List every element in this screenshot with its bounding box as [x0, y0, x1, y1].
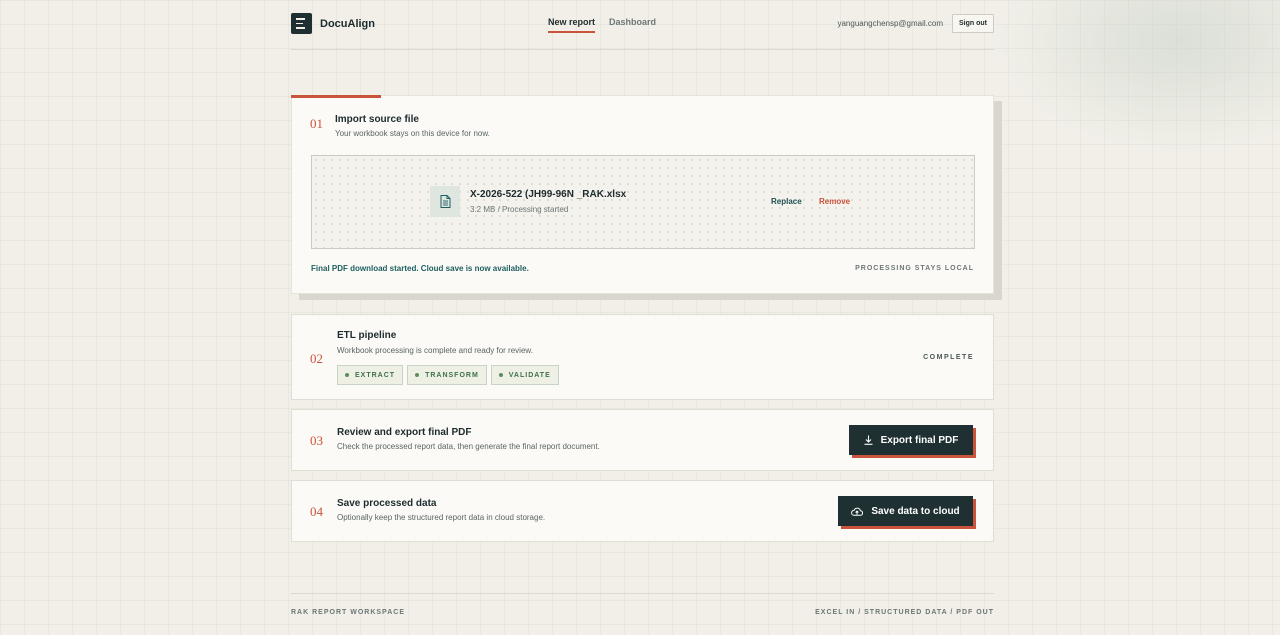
step-number: 02: [310, 351, 323, 366]
replace-file-button[interactable]: Replace: [771, 197, 802, 206]
step-subtitle: Optionally keep the structured report da…: [337, 513, 546, 522]
stage-label: EXTRACT: [355, 371, 396, 379]
export-final-pdf-button[interactable]: Export final PDF: [849, 425, 973, 455]
file-dropzone[interactable]: X-2026-522 (JH99-96N _RAK.xlsx 3.2 MB / …: [311, 155, 975, 249]
footer-flow-label: EXCEL IN / STRUCTURED DATA / PDF OUT: [815, 609, 994, 616]
file-name: X-2026-522 (JH99-96N _RAK.xlsx: [470, 189, 627, 200]
button-label: Export final PDF: [880, 434, 959, 446]
step-import-card: 01 Import source file Your workbook stay…: [291, 95, 994, 294]
step-number: 01: [310, 116, 323, 131]
active-step-accent: [291, 95, 381, 98]
processing-local-badge: PROCESSING STAYS LOCAL: [855, 265, 974, 272]
stage-chip-validate: VALIDATE: [490, 365, 559, 385]
pipeline-stages: EXTRACT TRANSFORM VALIDATE: [337, 365, 559, 385]
nav-new-report[interactable]: New report: [548, 17, 596, 33]
stage-label: VALIDATE: [508, 371, 551, 379]
pipeline-status-badge: COMPLETE: [923, 354, 974, 361]
menu-lines-icon: [291, 13, 312, 34]
step-number: 03: [310, 433, 323, 448]
step-number: 04: [310, 504, 323, 519]
status-dot-icon: [415, 373, 420, 377]
status-dot-icon: [345, 373, 349, 377]
app-logo[interactable]: DocuAlign: [291, 13, 375, 34]
step-title: ETL pipeline: [337, 330, 397, 341]
file-meta: 3.2 MB / Processing started: [470, 205, 569, 214]
top-bar: DocuAlign New report Dashboard yanguangc…: [291, 0, 994, 50]
step-etl-card: 02 ETL pipeline Workbook processing is c…: [291, 314, 994, 400]
step-export-card: 03 Review and export final PDF Check the…: [291, 409, 994, 471]
step-subtitle: Your workbook stays on this device for n…: [335, 129, 490, 138]
step-save-card: 04 Save processed data Optionally keep t…: [291, 480, 994, 542]
remove-file-button[interactable]: Remove: [819, 197, 850, 206]
page-footer: RAK REPORT WORKSPACE EXCEL IN / STRUCTUR…: [291, 593, 994, 635]
stage-label: TRANSFORM: [425, 371, 479, 379]
save-to-cloud-button[interactable]: Save data to cloud: [838, 496, 973, 526]
step-title: Import source file: [335, 114, 419, 125]
download-icon: [864, 435, 873, 445]
sign-out-button[interactable]: Sign out: [952, 14, 994, 33]
step-subtitle: Workbook processing is complete and read…: [337, 346, 533, 355]
user-email: yanguangchensp@gmail.com: [837, 19, 943, 28]
step-subtitle: Check the processed report data, then ge…: [337, 442, 600, 451]
status-dot-icon: [498, 373, 503, 377]
cloud-upload-icon: [851, 507, 864, 516]
step-title: Review and export final PDF: [337, 427, 472, 438]
account-area: yanguangchensp@gmail.com Sign out: [837, 14, 994, 33]
footer-workspace-label: RAK REPORT WORKSPACE: [291, 609, 405, 616]
stage-chip-extract: EXTRACT: [337, 365, 404, 385]
document-icon: [430, 186, 460, 217]
stage-chip-transform: TRANSFORM: [407, 365, 487, 385]
button-label: Save data to cloud: [871, 505, 960, 517]
status-message: Final PDF download started. Cloud save i…: [311, 264, 529, 273]
nav-dashboard[interactable]: Dashboard: [609, 17, 656, 33]
main-nav: New report Dashboard: [548, 17, 656, 33]
app-name: DocuAlign: [320, 17, 375, 30]
step-title: Save processed data: [337, 498, 437, 509]
